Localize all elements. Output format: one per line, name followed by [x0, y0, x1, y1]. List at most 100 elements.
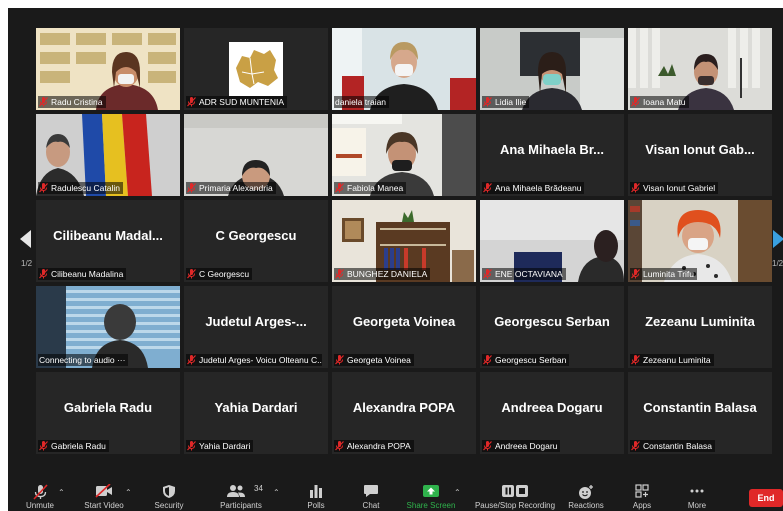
participant-tile[interactable]: Radu Cristina	[36, 28, 180, 110]
reactions-button[interactable]: Reactions	[566, 478, 606, 511]
participant-name-label: Ana Mihaela Brădeanu	[482, 182, 585, 194]
participant-tile[interactable]: Judetul Arges-... Judetul Arges- Voicu O…	[184, 286, 328, 368]
participant-name-label: Judetul Arges- Voicu Olteanu C...	[186, 354, 322, 366]
muted-mic-icon	[631, 355, 640, 365]
chat-bubble-icon	[364, 485, 378, 497]
gallery-grid: Radu Cristina ADR SUD MUNTENIA daniela t…	[36, 28, 781, 458]
participant-tile[interactable]: BUNGHEZ DANIELA	[332, 200, 476, 282]
participants-button[interactable]: 34 Participants	[218, 478, 264, 511]
participant-tile[interactable]: Connecting to audio ···	[36, 286, 180, 368]
participant-display-name: Gabriela Radu	[63, 399, 153, 415]
participant-tile[interactable]: Georgescu Serban Georgescu Serban	[480, 286, 624, 368]
participant-tile[interactable]: Zezeanu Luminita Zezeanu Luminita	[628, 286, 772, 368]
muted-mic-icon	[187, 441, 196, 451]
participant-name-label: Zezeanu Luminita	[630, 354, 714, 366]
polls-button[interactable]: Polls	[298, 478, 334, 511]
muted-mic-icon	[335, 269, 344, 279]
connecting-audio-label: Connecting to audio ···	[38, 354, 129, 366]
share-options-caret[interactable]: ⌃	[454, 488, 461, 497]
participant-tile[interactable]: Radulescu Catalin	[36, 114, 180, 196]
start-video-button[interactable]: Start Video	[82, 478, 126, 511]
participant-tile[interactable]: Luminita Trifu	[628, 200, 772, 282]
participant-tile[interactable]: Constantin Balasa Constantin Balasa	[628, 372, 772, 454]
participant-name-label: Gabriela Radu	[38, 440, 109, 452]
muted-mic-icon	[483, 97, 492, 107]
participant-tile[interactable]: Ana Mihaela Br... Ana Mihaela Brădeanu	[480, 114, 624, 196]
participant-display-name: Yahia Dardari	[214, 399, 298, 415]
participant-display-name: Georgescu Serban	[494, 313, 610, 329]
participant-tile[interactable]: Yahia Dardari Yahia Dardari	[184, 372, 328, 454]
participant-tile-active-speaker[interactable]: daniela traian	[332, 28, 476, 110]
unmute-button[interactable]: Unmute	[20, 478, 60, 511]
participant-tile[interactable]: ADR SUD MUNTENIA	[184, 28, 328, 110]
muted-mic-icon	[187, 97, 196, 107]
participants-options-caret[interactable]: ⌃	[273, 488, 280, 497]
participant-tile[interactable]: Gabriela Radu Gabriela Radu	[36, 372, 180, 454]
pause-stop-recording-button[interactable]: Pause/Stop Recording	[470, 478, 560, 511]
muted-mic-icon	[631, 183, 640, 193]
participant-name-label: ADR SUD MUNTENIA	[186, 96, 288, 108]
muted-mic-icon	[483, 183, 492, 193]
participant-name-label: Georgescu Serban	[482, 354, 570, 366]
participant-tile[interactable]: Primaria Alexandria	[184, 114, 328, 196]
muted-mic-icon	[187, 269, 196, 279]
meeting-controls-toolbar: Unmute ⌃ Start Video ⌃ Security 34 Parti…	[8, 478, 783, 511]
zoom-window: 1/2 1/2 Radu Cristina ADR SUD MUNTENIA d…	[8, 8, 783, 511]
participant-display-name: C Georgescu	[215, 227, 297, 243]
participant-tile[interactable]: Alexandra POPA Alexandra POPA	[332, 372, 476, 454]
participant-display-name: Cilibeanu Madal...	[53, 227, 163, 243]
muted-mic-icon	[631, 269, 640, 279]
muted-mic-icon	[187, 355, 196, 365]
more-button[interactable]: More	[680, 478, 714, 511]
participant-display-name: Andreea Dogaru	[501, 399, 603, 415]
apps-button[interactable]: Apps	[626, 478, 658, 511]
participant-display-name: Constantin Balasa	[643, 399, 757, 415]
muted-mic-icon	[335, 183, 344, 193]
participant-display-name: Judetul Arges-...	[205, 313, 307, 329]
participant-name-label: Radulescu Catalin	[38, 182, 123, 194]
previous-page-arrow[interactable]	[20, 230, 31, 248]
shield-icon	[163, 485, 175, 498]
participant-name-label: C Georgescu	[186, 268, 253, 280]
muted-mic-icon	[335, 441, 344, 451]
participant-display-name: Visan Ionut Gab...	[645, 141, 755, 157]
muted-mic-icon	[39, 183, 48, 193]
microphone-muted-icon	[33, 484, 48, 500]
participant-tile[interactable]: Lidia Ilie	[480, 28, 624, 110]
participant-tile[interactable]: Cilibeanu Madal... Cilibeanu Madalina	[36, 200, 180, 282]
apps-icon	[635, 484, 649, 498]
muted-mic-icon	[335, 355, 344, 365]
share-screen-button[interactable]: Share Screen	[406, 478, 456, 511]
muted-mic-icon	[483, 441, 492, 451]
muted-mic-icon	[483, 355, 492, 365]
participant-name-label: Yahia Dardari	[186, 440, 254, 452]
participant-name-label: Andreea Dogaru	[482, 440, 561, 452]
participant-tile[interactable]: Georgeta Voinea Georgeta Voinea	[332, 286, 476, 368]
participant-name-label: Radu Cristina	[38, 96, 106, 108]
participant-name-label: Fabiola Manea	[334, 182, 407, 194]
audio-options-caret[interactable]: ⌃	[58, 488, 65, 497]
participant-tile[interactable]: Fabiola Manea	[332, 114, 476, 196]
video-options-caret[interactable]: ⌃	[125, 488, 132, 497]
participant-tile[interactable]: Visan Ionut Gab... Visan Ionut Gabriel	[628, 114, 772, 196]
video-camera-off-icon	[95, 484, 112, 498]
participant-tile[interactable]: C Georgescu C Georgescu	[184, 200, 328, 282]
participant-display-name: Alexandra POPA	[352, 399, 456, 415]
muted-mic-icon	[39, 441, 48, 451]
bar-chart-icon	[310, 485, 322, 498]
more-dots-icon	[690, 489, 704, 493]
participant-tile[interactable]: Andreea Dogaru Andreea Dogaru	[480, 372, 624, 454]
smiley-plus-icon	[579, 485, 593, 499]
chat-button[interactable]: Chat	[353, 478, 389, 511]
participant-tile[interactable]: Ioana Matu	[628, 28, 772, 110]
participant-name-label: Cilibeanu Madalina	[38, 268, 127, 280]
participant-name-label: Alexandra POPA	[334, 440, 414, 452]
participants-icon	[227, 485, 246, 497]
participant-name-label: Luminita Trifu	[630, 268, 698, 280]
participant-display-name: Ana Mihaela Br...	[499, 141, 605, 157]
participant-name-label: Primaria Alexandria	[186, 182, 276, 194]
participant-tile[interactable]: ENE OCTAVIANA	[480, 200, 624, 282]
end-meeting-button[interactable]: End	[749, 489, 783, 507]
participant-display-name: Georgeta Voinea	[352, 313, 456, 329]
security-button[interactable]: Security	[151, 478, 187, 511]
